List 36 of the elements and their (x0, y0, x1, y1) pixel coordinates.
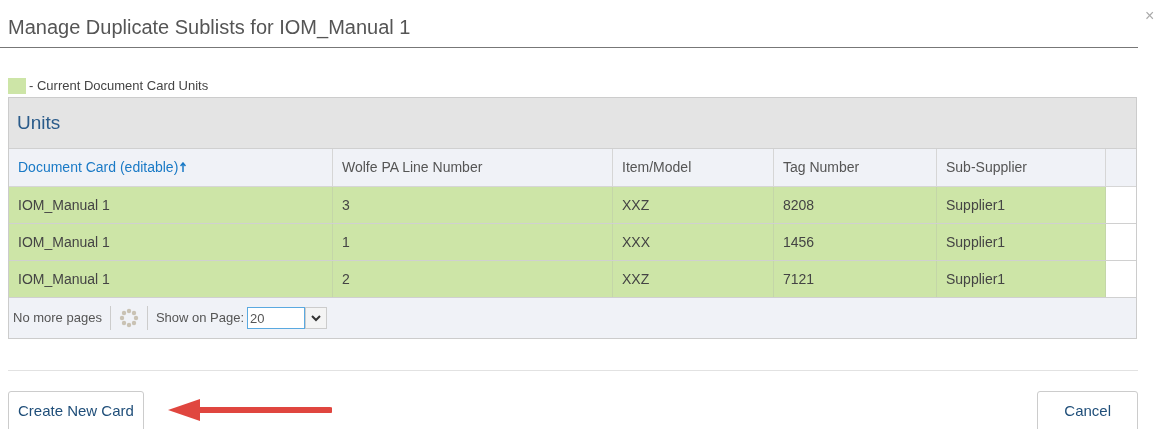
table-cell: IOM_Manual 1 (9, 187, 333, 223)
table-cell: IOM_Manual 1 (9, 261, 333, 297)
page-size-field[interactable]: 20 (247, 307, 306, 329)
table-cell: IOM_Manual 1 (9, 224, 333, 260)
panel-title: Units (17, 110, 61, 135)
arrow-icon (166, 397, 332, 423)
column-header[interactable]: Item/Model (613, 149, 774, 186)
table-row[interactable]: IOM_Manual 1 1 XXX 1456 Supplier1 (9, 224, 1136, 261)
column-header[interactable]: Document Card (editable) (9, 149, 333, 186)
loading-icon (118, 308, 139, 328)
table-row[interactable]: IOM_Manual 1 3 XXZ 8208 Supplier1 (9, 187, 1136, 224)
pager-status: No more pages (13, 309, 102, 328)
cancel-button[interactable]: Cancel (1037, 391, 1138, 429)
create-card-button[interactable]: Create New Card (8, 391, 144, 429)
chevron-down-icon (311, 314, 322, 322)
table-cell: XXX (613, 224, 774, 260)
dropdown-button[interactable] (305, 307, 328, 329)
table-cell: 7121 (774, 261, 937, 297)
table-cell: 1456 (774, 224, 937, 260)
column-header[interactable]: Tag Number (774, 149, 937, 186)
sort-arrow-icon (180, 162, 187, 173)
table-cell: Supplier1 (937, 224, 1106, 260)
table-cell: XXZ (613, 187, 774, 223)
table-cell: Supplier1 (937, 187, 1106, 223)
table-cell: 2 (333, 261, 613, 297)
table-cell: 1 (333, 224, 613, 260)
column-header[interactable]: Sub-Supplier (937, 149, 1106, 186)
dialog-title: Manage Duplicate Sublists for IOM_Manual 1 (8, 15, 411, 41)
table-cell: XXZ (613, 261, 774, 297)
table-cell: 8208 (774, 187, 937, 223)
page-size-label: Show on Page: (155, 309, 245, 328)
table-cell: 3 (333, 187, 613, 223)
column-header[interactable]: Wolfe PA Line Number (333, 149, 613, 186)
table-row[interactable]: IOM_Manual 1 2 XXZ 7121 Supplier1 (9, 261, 1136, 298)
legend-label: - Current Document Card Units (29, 77, 209, 96)
table-cell: Supplier1 (937, 261, 1106, 297)
